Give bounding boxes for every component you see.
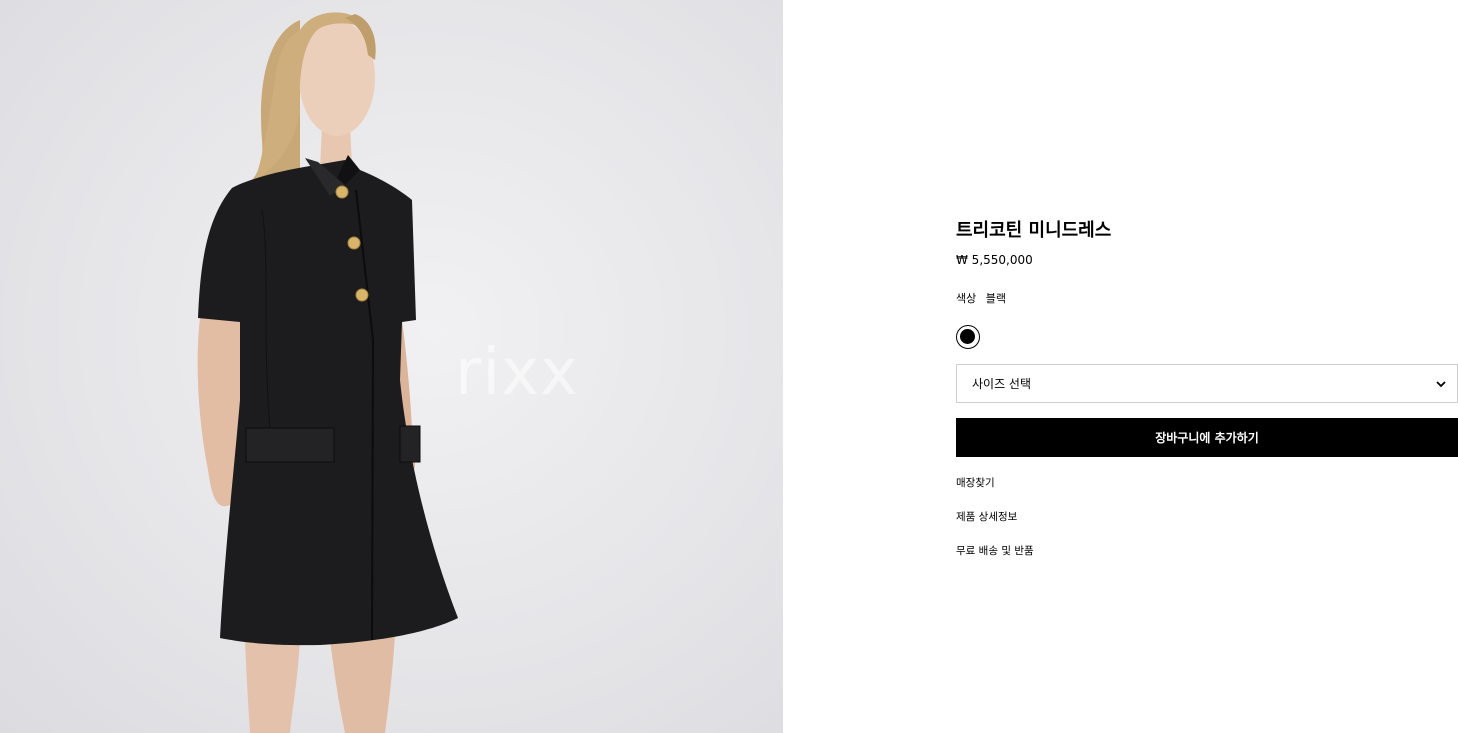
color-swatch-black[interactable]: [956, 325, 980, 349]
product-title: 트리코틴 미니드레스: [956, 220, 1112, 241]
color-label: 색상: [956, 292, 977, 305]
model-illustration: [197, 12, 458, 733]
store-locator-link[interactable]: 매장찾기: [956, 475, 1458, 491]
color-row: 색상 블랙: [956, 291, 1458, 307]
add-to-cart-button[interactable]: 장바구니에 추가하기: [956, 418, 1458, 457]
swatch-fill: [960, 329, 975, 344]
color-value: 블랙: [985, 292, 1006, 305]
product-image: rixx: [0, 0, 783, 733]
shipping-returns-link[interactable]: 무료 배송 및 반품: [956, 543, 1458, 559]
size-select-dropdown[interactable]: 사이즈 선택: [956, 364, 1458, 403]
product-price: ₩ 5,550,000: [956, 253, 1033, 267]
add-to-cart-label: 장바구니에 추가하기: [1155, 431, 1259, 445]
chevron-down-icon: [1436, 380, 1446, 387]
size-select-label: 사이즈 선택: [972, 377, 1032, 391]
product-details-link[interactable]: 제품 상세정보: [956, 509, 1458, 525]
product-page: rixx 트리코틴 미니드레스 ₩ 5,550,000 색상 블랙 사이즈 선택…: [0, 0, 1458, 733]
watermark-text: rixx: [455, 336, 579, 410]
product-details: 트리코틴 미니드레스 ₩ 5,550,000 색상 블랙 사이즈 선택 장바구니…: [956, 218, 1458, 559]
